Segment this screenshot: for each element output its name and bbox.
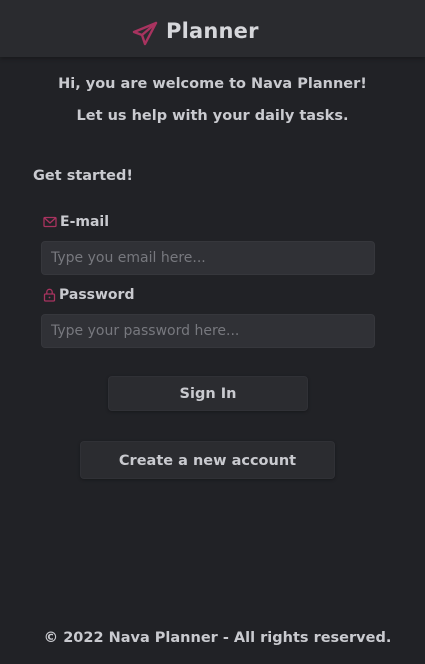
sign-in-button[interactable]: Sign In <box>108 376 308 411</box>
envelope-icon <box>43 216 57 228</box>
lock-icon <box>43 288 56 302</box>
email-field[interactable] <box>41 241 375 275</box>
email-label-text: E-mail <box>60 214 110 230</box>
footer-copyright: © 2022 Nava Planner - All rights reserve… <box>43 630 392 646</box>
password-label: Password <box>43 287 134 303</box>
paper-plane-icon <box>132 21 158 46</box>
create-account-button[interactable]: Create a new account <box>80 441 335 479</box>
password-label-text: Password <box>59 287 135 303</box>
email-label: E-mail <box>43 214 109 230</box>
app-title: Planner <box>166 19 259 43</box>
welcome-subtitle: Let us help with your daily tasks. <box>76 108 349 124</box>
app-header: Planner <box>0 0 425 57</box>
login-page: Planner Hi, you are welcome to Nava Plan… <box>0 0 425 664</box>
password-field[interactable] <box>41 314 375 348</box>
welcome-message: Hi, you are welcome to Nava Planner! <box>58 76 367 92</box>
get-started-heading: Get started! <box>33 168 133 184</box>
